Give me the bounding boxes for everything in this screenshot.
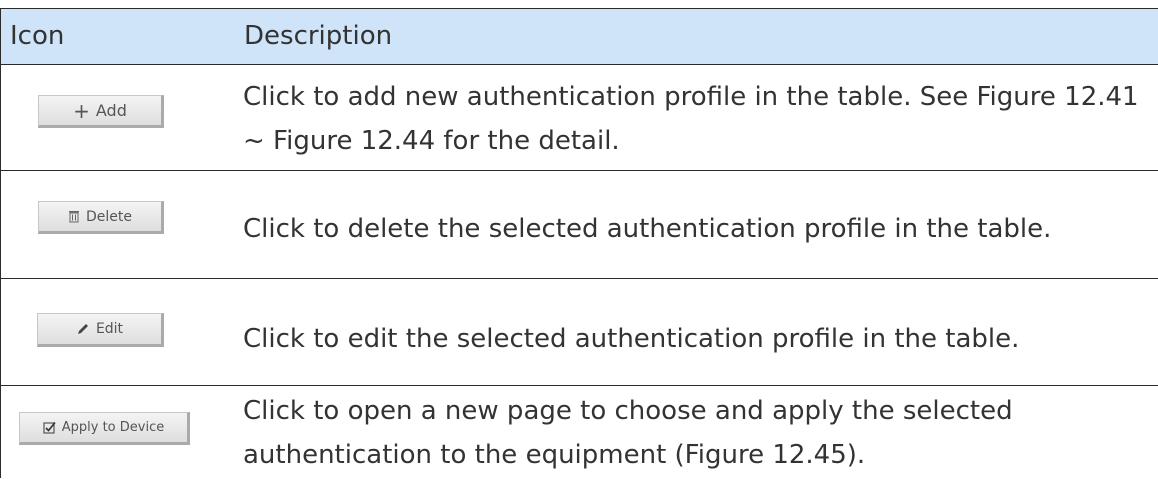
plus-icon: +	[73, 98, 90, 123]
icon-description-table: Icon Description + Add Click to add new …	[0, 8, 1158, 478]
apply-to-device-button-image: Apply to Device	[19, 412, 190, 445]
header-description-column: Description	[244, 21, 393, 51]
table-row: Edit Click to edit the selected authenti…	[1, 279, 1158, 386]
pencil-icon	[76, 322, 90, 336]
delete-button-label: Delete	[86, 208, 132, 225]
delete-button-image: Delete	[38, 201, 164, 234]
edit-description: Click to edit the selected authenticatio…	[243, 324, 1020, 354]
edit-button-image: Edit	[37, 313, 164, 347]
delete-description: Click to delete the selected authenticat…	[243, 214, 1052, 244]
edit-button-label: Edit	[95, 321, 124, 337]
table-header-row: Icon Description	[1, 9, 1158, 65]
add-button-image: + Add	[38, 95, 164, 128]
header-icon-column: Icon	[10, 21, 65, 51]
apply-to-device-button-label: Apply to Device	[61, 420, 165, 435]
add-description: Click to add new authentication profile …	[243, 82, 1139, 156]
table-row: Apply to Device Click to open a new page…	[1, 386, 1158, 479]
trash-icon	[68, 210, 80, 223]
apply-to-device-description: Click to open a new page to choose and a…	[243, 396, 1013, 470]
table-row: Delete Click to delete the selected auth…	[1, 171, 1158, 279]
table-row: + Add Click to add new authentication pr…	[1, 65, 1158, 171]
checkbox-icon	[43, 421, 56, 434]
add-button-label: Add	[95, 101, 127, 120]
